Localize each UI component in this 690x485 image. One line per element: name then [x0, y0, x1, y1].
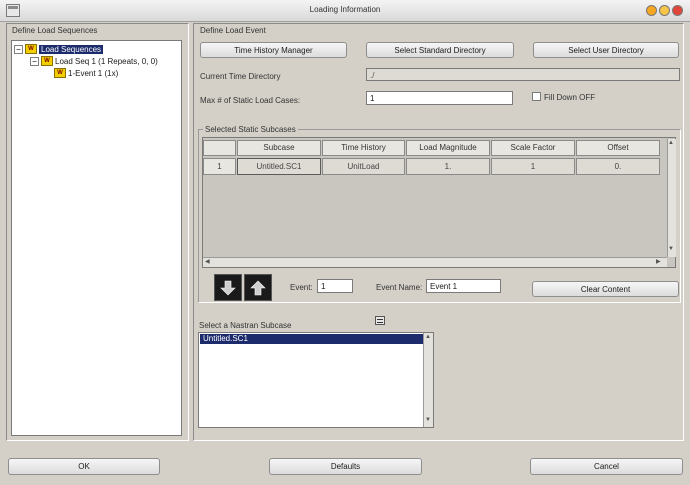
max-static-load-cases-input[interactable]: 1 — [366, 91, 513, 105]
defaults-button[interactable]: Defaults — [269, 458, 422, 475]
collapse-icon[interactable]: − — [30, 56, 39, 66]
fill-down-label: Fill Down OFF — [544, 93, 596, 102]
select-user-directory-button[interactable]: Select User Directory — [533, 42, 679, 58]
select-standard-directory-button[interactable]: Select Standard Directory — [366, 42, 514, 58]
column-header-load-magnitude[interactable]: Load Magnitude — [406, 140, 490, 156]
list-vertical-scrollbar[interactable] — [423, 333, 433, 427]
table-corner-header — [203, 140, 236, 156]
scroll-down-icon[interactable]: ▼ — [425, 417, 431, 423]
filter-icon[interactable] — [375, 316, 385, 325]
arrow-up-icon — [250, 280, 266, 295]
event-name-label: Event Name: — [376, 283, 423, 292]
load-icon: W — [25, 44, 37, 54]
close-icon[interactable] — [672, 5, 683, 16]
maximize-icon[interactable] — [659, 5, 670, 16]
event-name-input[interactable]: Event 1 — [426, 279, 501, 293]
table-cell-subcase[interactable]: Untitled.SC1 — [237, 158, 321, 175]
tree-node-event-1[interactable]: W 1-Event 1 (1x) — [54, 68, 118, 78]
scroll-up-icon[interactable]: ▲ — [425, 334, 431, 340]
scroll-right-icon[interactable]: ▶ — [656, 258, 661, 265]
tree-node-label: Load Seq 1 (1 Repeats, 0, 0) — [55, 56, 158, 66]
tree-node-load-seq-1[interactable]: − W Load Seq 1 (1 Repeats, 0, 0) — [30, 56, 158, 66]
row-header[interactable]: 1 — [203, 158, 236, 175]
tree-node-label: 1-Event 1 (1x) — [68, 68, 119, 78]
current-time-directory-field: ./ — [366, 68, 680, 81]
column-header-scale-factor[interactable]: Scale Factor — [491, 140, 575, 156]
clear-content-button[interactable]: Clear Content — [532, 281, 679, 297]
event-input[interactable]: 1 — [317, 279, 353, 293]
move-up-button[interactable] — [244, 274, 272, 301]
scroll-down-icon[interactable]: ▼ — [668, 246, 674, 252]
subcases-table[interactable] — [202, 137, 676, 268]
load-sequences-title: Define Load Sequences — [12, 26, 98, 35]
cancel-button[interactable]: Cancel — [530, 458, 683, 475]
table-cell-offset[interactable]: 0. — [576, 158, 660, 175]
ok-button[interactable]: OK — [8, 458, 160, 475]
column-header-subcase[interactable]: Subcase — [237, 140, 321, 156]
table-horizontal-scrollbar[interactable] — [203, 257, 667, 267]
window-title: Loading Information — [309, 5, 381, 14]
column-header-offset[interactable]: Offset — [576, 140, 660, 156]
current-time-directory-label: Current Time Directory — [200, 72, 281, 81]
column-header-time-history[interactable]: Time History — [322, 140, 405, 156]
load-icon: W — [54, 68, 66, 78]
nastran-subcase-list[interactable]: Untitled.SC1 ▲ ▼ — [198, 332, 434, 428]
collapse-icon[interactable]: − — [14, 44, 23, 54]
load-icon: W — [41, 56, 53, 66]
nastran-subcase-title: Select a Nastran Subcase — [199, 321, 292, 330]
load-event-title: Define Load Event — [200, 26, 266, 35]
table-vertical-scrollbar[interactable] — [667, 139, 676, 257]
move-down-button[interactable] — [214, 274, 242, 301]
table-cell-scale-factor[interactable]: 1 — [491, 158, 575, 175]
title-bar: Loading Information — [0, 0, 690, 22]
selected-static-subcases-title: Selected Static Subcases — [203, 125, 298, 134]
table-cell-load-magnitude[interactable]: 1. — [406, 158, 490, 175]
arrow-down-icon — [220, 280, 236, 295]
scroll-left-icon[interactable]: ◀ — [205, 258, 210, 265]
scroll-up-icon[interactable]: ▲ — [668, 140, 674, 146]
time-history-manager-button[interactable]: Time History Manager — [200, 42, 347, 58]
list-item[interactable]: Untitled.SC1 — [200, 334, 432, 344]
tree-node-label: Load Sequences — [39, 44, 104, 54]
table-cell-time-history[interactable]: UnitLoad — [322, 158, 405, 175]
tree-node-load-sequences[interactable]: − W Load Sequences — [14, 44, 104, 54]
minimize-icon[interactable] — [646, 5, 657, 16]
fill-down-checkbox[interactable] — [532, 92, 541, 101]
max-static-load-cases-label: Max # of Static Load Cases: — [200, 96, 301, 105]
event-label: Event: — [290, 283, 313, 292]
load-sequence-tree[interactable]: − W Load Sequences − W Load Seq 1 (1 Rep… — [11, 40, 182, 436]
